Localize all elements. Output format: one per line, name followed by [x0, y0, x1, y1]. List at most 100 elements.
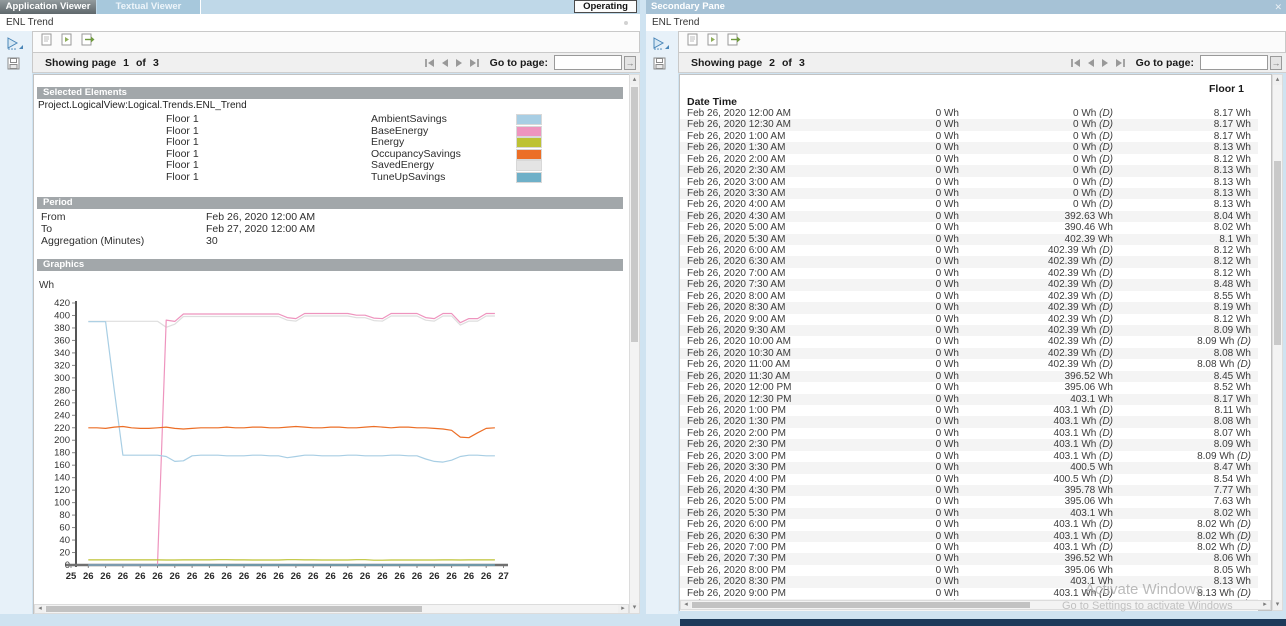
table-row[interactable]: Feb 26, 2020 5:00 PM0 Wh395.06 Wh7.63 Wh: [680, 496, 1258, 507]
svg-text:26: 26: [360, 571, 371, 582]
table-row[interactable]: Feb 26, 2020 6:30 AM0 Wh402.39 Wh (D)8.1…: [680, 256, 1258, 267]
scroll-left-arrow-icon[interactable]: ◂: [681, 601, 691, 609]
left-hscroll-thumb[interactable]: [46, 606, 422, 612]
scroll-down-arrow-icon[interactable]: ▾: [1273, 600, 1282, 610]
run-report-icon[interactable]: [707, 33, 718, 51]
report-icon[interactable]: [687, 33, 698, 51]
right-report-toolbar: [678, 31, 1286, 53]
table-row[interactable]: Feb 26, 2020 1:30 AM0 Wh0 Wh (D)8.13 Wh: [680, 142, 1258, 153]
scroll-left-arrow-icon[interactable]: ◂: [35, 605, 45, 613]
legend-row: Floor 1OccupancySavings: [34, 148, 624, 160]
close-icon[interactable]: ✕: [1274, 0, 1282, 14]
cell-value-1: 0 Wh: [887, 519, 959, 530]
table-row[interactable]: Feb 26, 2020 8:30 AM0 Wh402.39 Wh (D)8.1…: [680, 302, 1258, 313]
save-icon[interactable]: [7, 57, 20, 75]
goto-page-go-button[interactable]: →: [624, 56, 636, 70]
table-row[interactable]: Feb 26, 2020 7:30 AM0 Wh402.39 Wh (D)8.4…: [680, 279, 1258, 290]
table-row[interactable]: Feb 26, 2020 5:30 PM0 Wh403.1 Wh8.02 Wh: [680, 508, 1258, 519]
cell-value-2: 403.1 Wh (D): [959, 531, 1113, 542]
previous-page-button[interactable]: [438, 57, 451, 69]
scroll-right-arrow-icon[interactable]: ▸: [618, 605, 628, 613]
right-vscroll-thumb[interactable]: [1274, 161, 1281, 345]
scroll-down-arrow-icon[interactable]: ▾: [630, 603, 639, 613]
cell-datetime: Feb 26, 2020 4:00 AM: [687, 199, 887, 210]
table-row[interactable]: Feb 26, 2020 3:00 PM0 Wh403.1 Wh (D)8.09…: [680, 451, 1258, 462]
scroll-up-arrow-icon[interactable]: ▴: [1273, 75, 1282, 85]
export-report-icon[interactable]: [727, 33, 741, 51]
right-vertical-scrollbar[interactable]: ▴ ▾: [1272, 74, 1283, 611]
table-row[interactable]: Feb 26, 2020 4:00 PM0 Wh400.5 Wh (D)8.54…: [680, 474, 1258, 485]
table-row[interactable]: Feb 26, 2020 4:30 AM0 Wh392.63 Wh8.04 Wh: [680, 211, 1258, 222]
left-horizontal-scrollbar[interactable]: ◂ ▸: [34, 604, 629, 614]
report-icon[interactable]: [41, 33, 52, 51]
left-vertical-scrollbar[interactable]: ▴ ▾: [629, 74, 640, 614]
cell-datetime: Feb 26, 2020 7:00 PM: [687, 542, 887, 553]
table-row[interactable]: Feb 26, 2020 6:30 PM0 Wh403.1 Wh (D)8.02…: [680, 531, 1258, 542]
save-icon[interactable]: [653, 57, 666, 75]
indicator-dot: [624, 21, 628, 25]
export-report-icon[interactable]: [81, 33, 95, 51]
operating-mode-button[interactable]: Operating: [574, 0, 637, 13]
first-page-button[interactable]: [1069, 57, 1082, 69]
table-row[interactable]: Feb 26, 2020 2:00 PM0 Wh403.1 Wh (D)8.07…: [680, 428, 1258, 439]
last-page-button[interactable]: [1114, 57, 1127, 69]
goto-page-go-button[interactable]: →: [1270, 56, 1282, 70]
table-row[interactable]: Feb 26, 2020 5:00 AM0 Wh390.46 Wh8.02 Wh: [680, 222, 1258, 233]
table-row[interactable]: Feb 26, 2020 5:30 AM0 Wh402.39 Wh8.1 Wh: [680, 234, 1258, 245]
table-row[interactable]: Feb 26, 2020 12:00 AM0 Wh0 Wh (D)8.17 Wh: [680, 108, 1258, 119]
table-row[interactable]: Feb 26, 2020 11:30 AM0 Wh396.52 Wh8.45 W…: [680, 371, 1258, 382]
run-trend-icon[interactable]: [651, 36, 671, 55]
table-row[interactable]: Feb 26, 2020 9:30 AM0 Wh402.39 Wh (D)8.0…: [680, 325, 1258, 336]
table-row[interactable]: Feb 26, 2020 2:30 AM0 Wh0 Wh (D)8.13 Wh: [680, 165, 1258, 176]
goto-page-input[interactable]: [1200, 55, 1268, 70]
goto-page-input[interactable]: [554, 55, 622, 70]
table-row[interactable]: Feb 26, 2020 12:30 AM0 Wh0 Wh (D)8.17 Wh: [680, 119, 1258, 130]
first-page-button[interactable]: [423, 57, 436, 69]
table-row[interactable]: Feb 26, 2020 10:00 AM0 Wh402.39 Wh (D)8.…: [680, 336, 1258, 347]
scroll-right-arrow-icon[interactable]: ▸: [1260, 601, 1270, 609]
run-trend-icon[interactable]: [5, 36, 25, 55]
table-row[interactable]: Feb 26, 2020 8:00 PM0 Wh395.06 Wh8.05 Wh: [680, 565, 1258, 576]
svg-text:26: 26: [446, 571, 457, 582]
next-page-button[interactable]: [453, 57, 466, 69]
table-row[interactable]: Feb 26, 2020 3:00 AM0 Wh0 Wh (D)8.13 Wh: [680, 177, 1258, 188]
table-row[interactable]: Feb 26, 2020 4:00 AM0 Wh0 Wh (D)8.13 Wh: [680, 199, 1258, 210]
table-row[interactable]: Feb 26, 2020 9:00 AM0 Wh402.39 Wh (D)8.1…: [680, 314, 1258, 325]
table-row[interactable]: Feb 26, 2020 3:30 PM0 Wh400.5 Wh8.47 Wh: [680, 462, 1258, 473]
table-row[interactable]: Feb 26, 2020 4:30 PM0 Wh395.78 Wh7.77 Wh: [680, 485, 1258, 496]
table-row[interactable]: Feb 26, 2020 1:00 PM0 Wh403.1 Wh (D)8.11…: [680, 405, 1258, 416]
table-row[interactable]: Feb 26, 2020 7:00 PM0 Wh403.1 Wh (D)8.02…: [680, 542, 1258, 553]
table-row[interactable]: Feb 26, 2020 6:00 PM0 Wh403.1 Wh (D)8.02…: [680, 519, 1258, 530]
cell-value-2: 0 Wh (D): [959, 165, 1113, 176]
svg-text:140: 140: [54, 473, 70, 484]
cell-datetime: Feb 26, 2020 6:00 PM: [687, 519, 887, 530]
next-page-button[interactable]: [1099, 57, 1112, 69]
legend-variable: OccupancySavings: [371, 148, 461, 160]
run-report-icon[interactable]: [61, 33, 72, 51]
cell-value-3: 8.13 Wh: [1113, 199, 1251, 210]
cell-value-3: 8.08 Wh: [1113, 348, 1251, 359]
table-row[interactable]: Feb 26, 2020 11:00 AM0 Wh402.39 Wh (D)8.…: [680, 359, 1258, 370]
cell-value-3: 8.54 Wh: [1113, 474, 1251, 485]
svg-text:420: 420: [54, 298, 70, 309]
table-row[interactable]: Feb 26, 2020 7:30 PM0 Wh396.52 Wh8.06 Wh: [680, 553, 1258, 564]
table-row[interactable]: Feb 26, 2020 2:00 AM0 Wh0 Wh (D)8.12 Wh: [680, 154, 1258, 165]
cell-value-1: 0 Wh: [887, 451, 959, 462]
table-row[interactable]: Feb 26, 2020 3:30 AM0 Wh0 Wh (D)8.13 Wh: [680, 188, 1258, 199]
tab-application-viewer[interactable]: Application Viewer: [0, 0, 96, 14]
table-row[interactable]: Feb 26, 2020 2:30 PM0 Wh403.1 Wh (D)8.09…: [680, 439, 1258, 450]
last-page-button[interactable]: [468, 57, 481, 69]
table-row[interactable]: Feb 26, 2020 7:00 AM0 Wh402.39 Wh (D)8.1…: [680, 268, 1258, 279]
right-hscroll-thumb[interactable]: [692, 602, 1030, 608]
table-row[interactable]: Feb 26, 2020 8:00 AM0 Wh402.39 Wh (D)8.5…: [680, 291, 1258, 302]
tab-textual-viewer[interactable]: Textual Viewer: [97, 0, 200, 14]
previous-page-button[interactable]: [1084, 57, 1097, 69]
scroll-up-arrow-icon[interactable]: ▴: [630, 75, 639, 85]
table-row[interactable]: Feb 26, 2020 1:30 PM0 Wh403.1 Wh (D)8.08…: [680, 416, 1258, 427]
table-row[interactable]: Feb 26, 2020 12:00 PM0 Wh395.06 Wh8.52 W…: [680, 382, 1258, 393]
table-row[interactable]: Feb 26, 2020 12:30 PM0 Wh403.1 Wh8.17 Wh: [680, 394, 1258, 405]
table-row[interactable]: Feb 26, 2020 1:00 AM0 Wh0 Wh (D)8.17 Wh: [680, 131, 1258, 142]
left-vscroll-thumb[interactable]: [631, 87, 638, 342]
table-row[interactable]: Feb 26, 2020 10:30 AM0 Wh402.39 Wh (D)8.…: [680, 348, 1258, 359]
table-row[interactable]: Feb 26, 2020 6:00 AM0 Wh402.39 Wh (D)8.1…: [680, 245, 1258, 256]
